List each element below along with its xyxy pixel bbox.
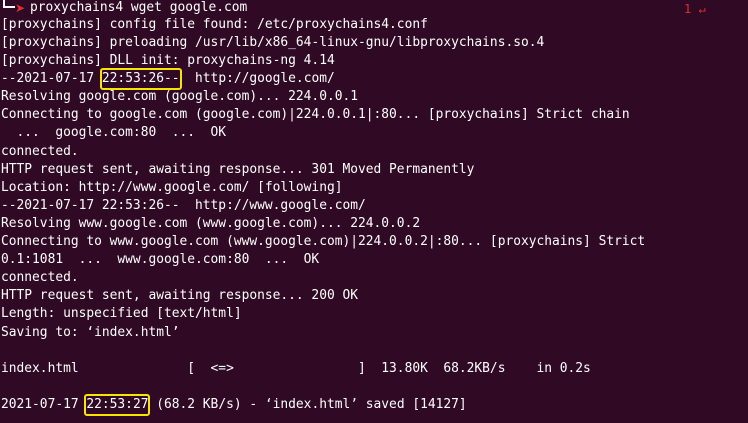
output-line: HTTP request sent, awaiting response... … bbox=[1, 288, 358, 304]
highlighted-timestamp: 22:53:27 bbox=[84, 393, 151, 416]
output-line: HTTP request sent, awaiting response... … bbox=[1, 161, 475, 177]
timestamp-date: 2021-07-17 bbox=[1, 396, 87, 412]
highlighted-timestamp: 22:53:26-- bbox=[99, 68, 182, 91]
output-line: Connecting to www.google.com (www.google… bbox=[1, 234, 646, 249]
terminal-window[interactable]: ➤ proxychains4 wget google.com 1 ↵ [prox… bbox=[0, 0, 748, 423]
output-line: 2021-07-17 22:53:27 (68.2 KB/s) - ‘index… bbox=[1, 393, 467, 416]
timestamp-date: --2021-07-17 bbox=[1, 71, 102, 87]
command-text: proxychains4 wget google.com bbox=[30, 0, 248, 15]
output-line: Length: unspecified [text/html] bbox=[1, 306, 242, 322]
output-line: [proxychains] preloading /usr/lib/x86_64… bbox=[1, 34, 545, 50]
output-line: --2021-07-17 22:53:26-- http://www.googl… bbox=[1, 197, 366, 213]
output-line: connected. bbox=[1, 270, 79, 286]
output-line: Location: http://www.google.com/ [follow… bbox=[1, 179, 343, 195]
output-line: [proxychains] config file found: /etc/pr… bbox=[1, 16, 428, 32]
prompt-arrow-icon: ➤ bbox=[15, 1, 26, 15]
output-line: [proxychains] DLL init: proxychains-ng 4… bbox=[1, 53, 335, 68]
output-line: Saving to: ‘index.html’ bbox=[1, 324, 180, 340]
request-url: http://google.com/ bbox=[179, 71, 335, 87]
output-line: Resolving google.com (google.com)... 224… bbox=[1, 89, 358, 105]
output-line: Connecting to google.com (google.com)|22… bbox=[1, 107, 630, 123]
output-line: 0.1:1081 ... www.google.com:80 ... OK bbox=[1, 252, 320, 268]
output-line: ... google.com:80 ... OK bbox=[1, 125, 227, 141]
saved-status: (68.2 KB/s) - ‘index.html’ saved [14127] bbox=[148, 396, 467, 412]
exit-status-indicator: 1 ↵ bbox=[684, 2, 706, 16]
download-progress-line: index.html [ <=> ] 13.80K 68.2KB/s in 0.… bbox=[1, 360, 591, 376]
output-line: connected. bbox=[1, 143, 79, 159]
prompt-corner-icon bbox=[3, 0, 15, 8]
output-line: Resolving www.google.com (www.google.com… bbox=[1, 215, 421, 231]
output-line: --2021-07-17 22:53:26-- http://google.co… bbox=[1, 68, 335, 91]
